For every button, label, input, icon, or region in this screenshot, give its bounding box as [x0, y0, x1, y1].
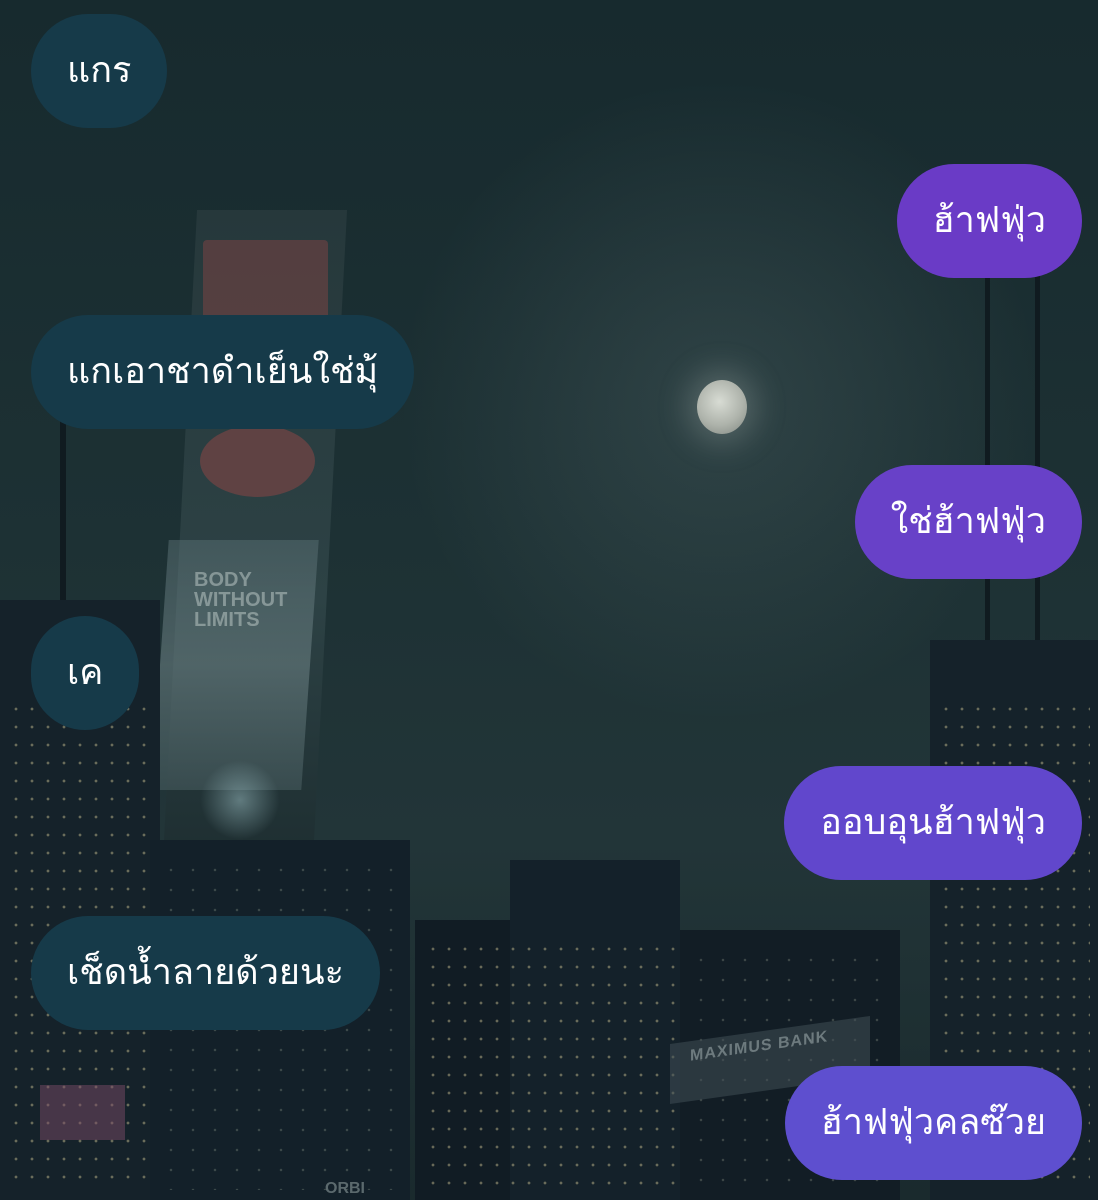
center-building-windows — [425, 940, 675, 1190]
bottom-sign-text: ORBI — [325, 1180, 365, 1197]
incoming-message-bubble[interactable]: แกร — [31, 14, 168, 128]
outgoing-message-bubble[interactable]: ออบอุนฮ้าฟฟุ่ว — [784, 766, 1082, 880]
incoming-message-bubble[interactable]: แกเอาชาดำเย็นใช่มุ้ — [31, 315, 415, 429]
outgoing-message-bubble[interactable]: ฮ้าฟฟุ่วคลซ๊วย — [784, 1066, 1082, 1180]
message-text: เช็ดน้ำลายด้วยนะ — [67, 952, 344, 993]
message-text: ออบอุนฮ้าฟฟุ่ว — [820, 802, 1046, 843]
message-text: แกเอาชาดำเย็นใช่มุ้ — [67, 351, 379, 392]
incoming-message-bubble[interactable]: เช็ดน้ำลายด้วยนะ — [31, 916, 380, 1030]
ad-billboard-text: BODY WITHOUT LIMITS — [194, 569, 288, 631]
message-text: ฮ้าฟฟุ่ว — [932, 200, 1046, 241]
moon — [697, 380, 747, 434]
message-text: แกร — [67, 50, 132, 91]
red-circle-sign — [200, 425, 315, 497]
message-text: ใช่ฮ้าฟฟุ่ว — [890, 501, 1046, 542]
incoming-message-bubble[interactable]: เค — [31, 616, 140, 730]
outgoing-message-bubble[interactable]: ใช่ฮ้าฟฟุ่ว — [854, 465, 1082, 579]
right-antenna-1 — [985, 250, 990, 650]
pink-sign — [40, 1085, 125, 1140]
spotlight-glow — [200, 760, 280, 840]
message-text: เค — [67, 652, 104, 693]
outgoing-message-bubble[interactable]: ฮ้าฟฟุ่ว — [896, 164, 1082, 278]
left-antenna — [60, 420, 66, 620]
message-text: ฮ้าฟฟุ่วคลซ๊วย — [820, 1102, 1046, 1143]
right-antenna-2 — [1035, 270, 1040, 650]
